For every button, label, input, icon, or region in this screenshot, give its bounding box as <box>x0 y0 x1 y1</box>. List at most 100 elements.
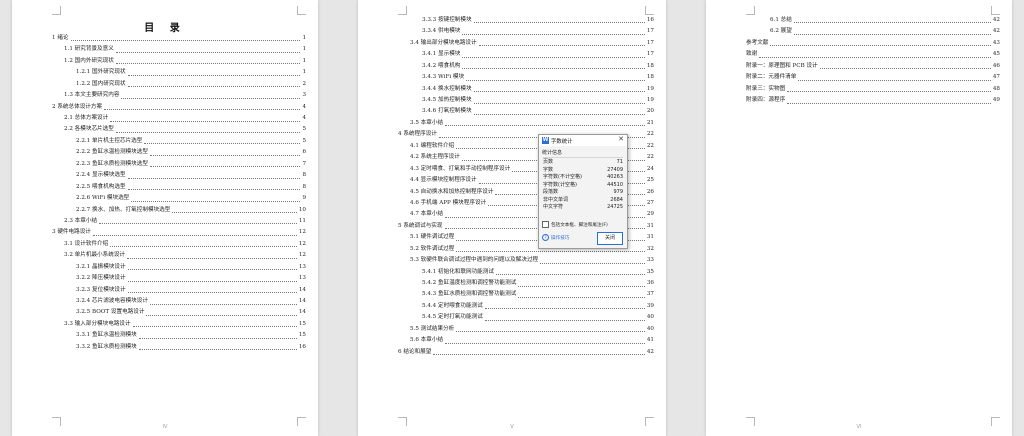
toc-entry[interactable]: 3.4.6 打氧控制模块 20 <box>398 107 654 118</box>
toc-entry[interactable]: 2.2.5 喂食机构选型 8 <box>52 182 306 193</box>
toc-dot-leader <box>798 79 991 81</box>
toc-entry[interactable]: 2.2.6 WiFi 模块选型 9 <box>52 193 306 204</box>
toc-entry-title: 5.1 硬件调试过程 <box>410 234 455 241</box>
toc-entry-page: 32 <box>646 245 654 252</box>
toc-entry-title: 附录二：元器件清单 <box>746 74 797 81</box>
toc-entry[interactable]: 3.4.5 加热控制模块 19 <box>398 95 654 106</box>
toc-entry[interactable]: 参考文献 43 <box>746 38 1000 49</box>
toc-entry-page: 42 <box>992 16 1000 23</box>
toc-entry[interactable]: 3.3.3 按键控制模块 16 <box>398 15 654 26</box>
toc-entry[interactable]: 3.3.1 鱼缸水温检测模块 15 <box>52 330 306 341</box>
toc-entry[interactable]: 3.3.2 鱼缸水质检测模块 16 <box>52 342 306 353</box>
toc-entry[interactable]: 3.2.5 BOOT 设置电路设计 14 <box>52 308 306 319</box>
toc-entry[interactable]: 6 结论和展望 42 <box>398 347 654 358</box>
include-textbox-checkbox[interactable]: 包括文本框、脚注和尾注(F) <box>542 221 608 228</box>
toc-entry[interactable]: 5.4.4 定时喂食功能测试 39 <box>398 301 654 312</box>
toc-entry[interactable]: 5.3 软硬件联合调试过程中遇到的问题以及解决过程 33 <box>398 255 654 266</box>
toc-entry[interactable]: 3.3.4 供电模块 17 <box>398 26 654 37</box>
tips-link[interactable]: ? 操作技巧 <box>542 234 569 241</box>
toc-entry[interactable]: 附录一：原理图和 PCB 设计 46 <box>746 61 1000 72</box>
toc-entry[interactable]: 3.4.1 显示模块 17 <box>398 49 654 60</box>
toc-entry[interactable]: 3.2.3 复位模块设计 14 <box>52 285 306 296</box>
toc-dot-leader <box>456 331 645 333</box>
toc-entry-page: 46 <box>992 62 1000 69</box>
toc-entry-page: 13 <box>298 275 306 282</box>
toc-entry-page: 42 <box>992 28 1000 35</box>
dialog-title-bar[interactable]: W 字数统计 ✕ <box>539 135 627 146</box>
toc-entry[interactable]: 6.1 总结 42 <box>746 15 1000 26</box>
page-corner-mark <box>52 6 61 15</box>
toc-entry-page: 5 <box>302 137 306 144</box>
toc-entry[interactable]: 3.3 输入部分模块电路设计 15 <box>52 319 306 330</box>
toc-dot-leader <box>92 234 297 236</box>
toc-entry[interactable]: 2.2.4 显示模块选型 8 <box>52 170 306 181</box>
toc-entry[interactable]: 1 绪论 1 <box>52 33 306 44</box>
toc-dot-leader <box>793 22 991 24</box>
toc-dot-leader <box>473 113 645 115</box>
toc-entry[interactable]: 3.2.1 晶振模块设计 13 <box>52 262 306 273</box>
close-button[interactable]: 关闭 <box>597 232 623 245</box>
toc-entry[interactable]: 3.4 输出部分模块电路设计 17 <box>398 38 654 49</box>
toc-entry-title: 5.4.5 定时打氧功能测试 <box>422 314 483 321</box>
toc-entry[interactable]: 5.4.2 鱼缸温度检测和调控警功能测试 36 <box>398 278 654 289</box>
toc-dot-leader <box>138 337 297 339</box>
toc-entry[interactable]: 2.2.7 换水、加热、打氧控制模块选型 10 <box>52 205 306 216</box>
toc-entry-page: 17 <box>646 51 654 58</box>
toc-entry-title: 3.4.6 打氧控制模块 <box>422 108 472 115</box>
toc-entry-page: 15 <box>298 332 306 339</box>
toc-entry[interactable]: 3 硬件电路设计 12 <box>52 227 306 238</box>
toc-entry[interactable]: 3.1 设计软件介绍 12 <box>52 239 306 250</box>
toc-entry[interactable]: 3.2.2 降压模块设计 13 <box>52 273 306 284</box>
toc-entry[interactable]: 附录三：实物图 48 <box>746 84 1000 95</box>
toc-entry[interactable]: 2 系统总体设计方案 4 <box>52 102 306 113</box>
toc-entry[interactable]: 3.4.4 换水控制模块 19 <box>398 84 654 95</box>
toc-entry[interactable]: 5.4.5 定时打氧功能测试 40 <box>398 312 654 323</box>
toc-entry-page: 48 <box>992 85 1000 92</box>
toc-entry[interactable]: 2.1 总体方案设计 4 <box>52 113 306 124</box>
checkbox-box[interactable] <box>542 221 549 228</box>
toc-entry[interactable]: 5.4.3 鱼缸水质检测和调控警功能测试 37 <box>398 290 654 301</box>
toc-entry[interactable]: 5.5 测试结果分析 40 <box>398 324 654 335</box>
toc-entry-page: 14 <box>298 298 306 305</box>
toc-dot-leader <box>473 22 645 24</box>
toc-entry[interactable]: 2.3 本章小结 11 <box>52 216 306 227</box>
toc-entry[interactable]: 3.2.4 芯片滤波电容模块设计 14 <box>52 296 306 307</box>
toc-entry-page: 33 <box>646 257 654 264</box>
toc-entry[interactable]: 附录二：元器件清单 47 <box>746 72 1000 83</box>
toc-entry[interactable]: 3.5 本章小结 21 <box>398 118 654 129</box>
toc-entry-title: 2.2.2 鱼缸水温检测模块选型 <box>76 149 148 156</box>
stat-row: 中文字符 24725 <box>543 204 623 212</box>
toc-entry[interactable]: 2.2.1 单片机主控芯片选型 5 <box>52 136 306 147</box>
toc-entry[interactable]: 5.4.1 初始化和联网功能测试 35 <box>398 267 654 278</box>
toc-entry[interactable]: 6.2 展望 42 <box>746 26 1000 37</box>
word-app-icon: W <box>542 137 549 144</box>
close-icon[interactable]: ✕ <box>618 135 624 143</box>
toc-entry-page: 13 <box>298 263 306 270</box>
toc-entry-title: 6.1 总结 <box>770 16 792 23</box>
toc-entry[interactable]: 3.4.2 喂食机构 18 <box>398 61 654 72</box>
toc-entry[interactable]: 致谢 45 <box>746 49 1000 60</box>
page-corner-mark <box>991 6 1000 15</box>
toc-entry-title: 2.1 总体方案设计 <box>64 115 109 122</box>
toc-entry-title: 3.3.1 鱼缸水温检测模块 <box>76 332 137 339</box>
toc-entry[interactable]: 1.2.2 国内研究现状 2 <box>52 79 306 90</box>
toc-entry-page: 39 <box>646 302 654 309</box>
toc-entry[interactable]: 2.2 各模块芯片选型 5 <box>52 125 306 136</box>
toc-entry-page: 36 <box>646 280 654 287</box>
toc-entry-page: 17 <box>646 39 654 46</box>
toc-entry[interactable]: 1.1 研究背景及意义 1 <box>52 44 306 55</box>
toc-entry-title: 3.4.4 换水控制模块 <box>422 85 472 92</box>
toc-entry[interactable]: 5.6 本章小结 41 <box>398 335 654 346</box>
toc-entry[interactable]: 2.2.2 鱼缸水温检测模块选型 6 <box>52 147 306 158</box>
stat-label: 字符数(不计空格) <box>543 174 582 180</box>
toc-entry-title: 2.2 各模块芯片选型 <box>64 126 114 133</box>
toc-entry-page: 16 <box>298 343 306 350</box>
toc-entry[interactable]: 3.4.3 WiFi 模块 18 <box>398 72 654 83</box>
toc-entry[interactable]: 1.3 本文主要研究内容 3 <box>52 90 306 101</box>
toc-entry[interactable]: 2.2.3 鱼缸水质检测模块选型 7 <box>52 159 306 170</box>
toc-entry[interactable]: 1.2 国内外研究现状 1 <box>52 56 306 67</box>
toc-entry-title: 3.2.4 芯片滤波电容模块设计 <box>76 298 148 305</box>
toc-entry[interactable]: 1.2.1 国外研究现状 1 <box>52 67 306 78</box>
toc-entry[interactable]: 3.2 单片机最小系统设计 12 <box>52 250 306 261</box>
toc-entry[interactable]: 附录四：源程序 49 <box>746 95 1000 106</box>
